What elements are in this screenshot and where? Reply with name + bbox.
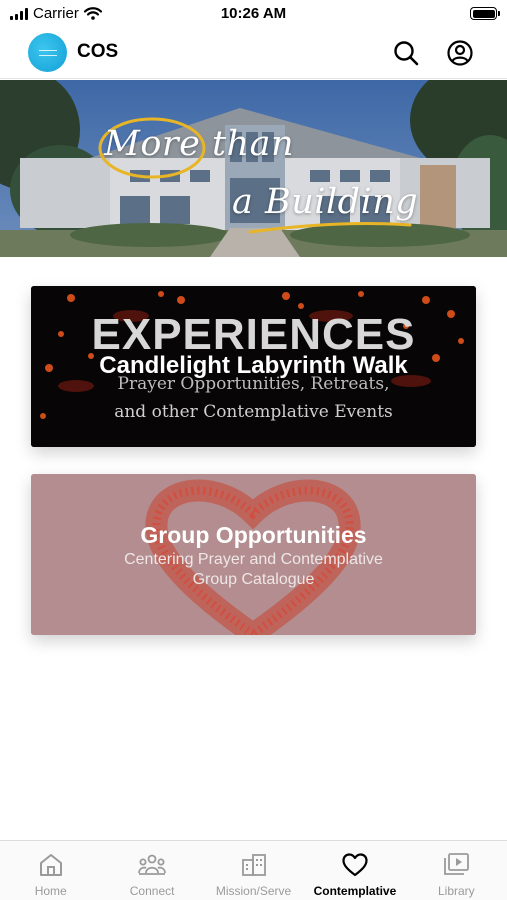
- hero-headline-line1: More than: [104, 124, 294, 164]
- tab-contemplative-label: Contemplative: [313, 884, 397, 898]
- hero-building-image: [0, 80, 507, 257]
- status-bar: Carrier 10:26 AM: [0, 0, 507, 28]
- people-icon: [138, 854, 167, 875]
- account-icon[interactable]: [446, 39, 474, 67]
- experiences-subtitle-line1: Prayer Opportunities, Retreats,: [117, 374, 390, 394]
- app-title: COS: [77, 41, 119, 62]
- tab-library-label: Library: [437, 884, 475, 898]
- tab-mission-serve-label: Mission/Serve: [215, 884, 292, 898]
- group-opportunities-card[interactable]: Group Opportunities Centering Prayer and…: [31, 474, 476, 635]
- tab-home[interactable]: Home: [0, 841, 101, 900]
- experiences-card[interactable]: EXPERIENCES Candlelight Labyrinth Walk P…: [31, 286, 476, 447]
- status-time: 10:26 AM: [220, 5, 287, 22]
- group-opportunities-title: Group Opportunities: [140, 522, 367, 548]
- group-opportunities-subtitle-line2: Group Catalogue: [192, 571, 315, 588]
- app-logo[interactable]: [28, 33, 67, 72]
- battery-icon: [470, 7, 500, 20]
- tab-library[interactable]: Library: [406, 841, 507, 900]
- tab-mission-serve[interactable]: Mission/Serve: [203, 841, 304, 900]
- building-icon: [241, 854, 266, 876]
- experiences-subtitle-line2: and other Contemplative Events: [114, 402, 393, 422]
- bottom-tab-bar: Home Connect Mission/Serve Contemplative…: [0, 840, 507, 900]
- group-opportunities-subtitle-line1: Centering Prayer and Contemplative: [124, 551, 383, 568]
- tab-connect[interactable]: Connect: [101, 841, 202, 900]
- tab-connect-label: Connect: [129, 884, 175, 898]
- tab-home-label: Home: [34, 884, 67, 898]
- home-icon: [39, 854, 62, 876]
- search-icon[interactable]: [392, 39, 420, 67]
- video-library-icon: [444, 853, 470, 875]
- hero-banner: More than a Building: [0, 80, 507, 257]
- tab-contemplative[interactable]: Contemplative: [304, 841, 405, 900]
- app-header: COS: [0, 28, 507, 79]
- hero-headline-line2: a Building: [232, 182, 419, 222]
- heart-icon: [342, 853, 368, 877]
